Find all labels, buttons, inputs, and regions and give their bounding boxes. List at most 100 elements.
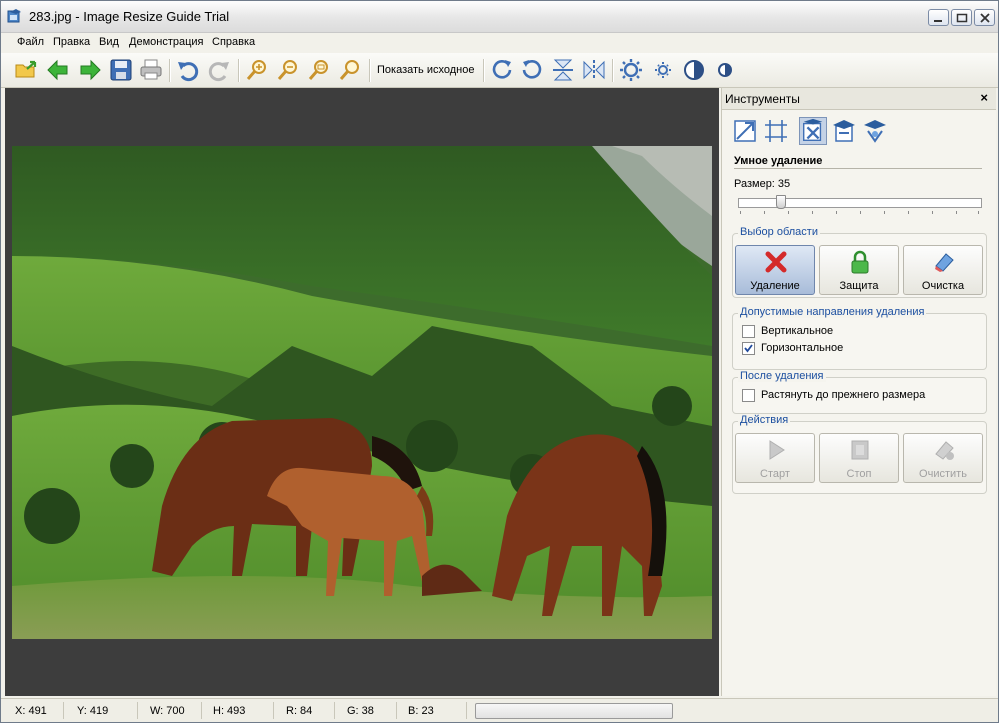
zoom-fit-icon bbox=[308, 60, 328, 80]
app-window: 283.jpg - Image Resize Guide Trial Файл … bbox=[0, 0, 999, 723]
crop-tool-button[interactable] bbox=[762, 117, 790, 145]
back-button[interactable] bbox=[45, 57, 71, 83]
image-canvas[interactable] bbox=[5, 88, 719, 696]
smart-remove-title: Умное удаление bbox=[734, 155, 823, 167]
status-g: G: 38 bbox=[347, 705, 374, 717]
progress-bar bbox=[475, 703, 673, 719]
zoom-out-icon bbox=[277, 60, 297, 80]
zoom-out-button[interactable] bbox=[275, 57, 301, 83]
window-title: 283.jpg - Image Resize Guide Trial bbox=[29, 9, 230, 24]
status-x: X: 491 bbox=[15, 705, 47, 717]
menu-file[interactable]: Файл bbox=[17, 36, 44, 48]
print-icon bbox=[140, 59, 162, 80]
contrast-down-icon bbox=[718, 63, 732, 77]
zoom-in-icon bbox=[246, 60, 266, 80]
clear-area-button[interactable]: Очистка bbox=[903, 245, 983, 295]
forward-arrow-icon bbox=[80, 59, 101, 81]
smart-remove-icon bbox=[803, 118, 823, 141]
size-slider-thumb[interactable] bbox=[776, 195, 786, 209]
brightness-down-icon bbox=[655, 62, 671, 78]
size-label: Размер: 35 bbox=[734, 178, 791, 190]
status-r: R: 84 bbox=[286, 705, 313, 717]
save-button[interactable] bbox=[108, 57, 134, 83]
remove-directions-label: Допустимые направления удаления bbox=[738, 306, 927, 318]
flip-horizontal-button[interactable] bbox=[581, 57, 607, 83]
resize-icon bbox=[734, 120, 756, 142]
save-icon bbox=[110, 59, 132, 81]
eraser-icon bbox=[935, 253, 954, 272]
start-button[interactable]: Старт bbox=[735, 433, 815, 483]
zoom-actual-icon bbox=[339, 60, 359, 80]
undo-icon bbox=[178, 62, 199, 82]
status-y: Y: 419 bbox=[77, 705, 109, 717]
zoom-fit-button[interactable] bbox=[306, 57, 332, 83]
menu-help[interactable]: Справка bbox=[212, 36, 255, 48]
minimize-icon bbox=[934, 20, 942, 22]
smart-resize-tool-button[interactable] bbox=[830, 117, 858, 145]
tools-panel-header: Инструменты × bbox=[722, 88, 996, 110]
close-button[interactable] bbox=[974, 9, 995, 26]
menu-view[interactable]: Вид bbox=[99, 36, 119, 48]
brightness-up-icon bbox=[620, 59, 642, 81]
brightness-up-button[interactable] bbox=[618, 57, 644, 83]
forward-button[interactable] bbox=[77, 57, 103, 83]
remove-directions-group: Допустимые направления удаления Вертикал… bbox=[732, 306, 987, 370]
area-selection-group: Выбор области Удаление Защита Очистка bbox=[732, 226, 987, 298]
eraser-disabled-icon bbox=[935, 441, 954, 460]
print-button[interactable] bbox=[138, 57, 164, 83]
tools-panel-title: Инструменты bbox=[725, 92, 800, 106]
close-icon bbox=[980, 13, 990, 23]
after-removal-group: После удаления Растянуть до прежнего раз… bbox=[732, 370, 987, 414]
stop-button[interactable]: Стоп bbox=[819, 433, 899, 483]
undo-button[interactable] bbox=[175, 57, 201, 83]
show-original-button[interactable]: Показать исходное bbox=[377, 64, 474, 76]
contrast-up-button[interactable] bbox=[681, 57, 707, 83]
rotate-ccw-button[interactable] bbox=[519, 57, 545, 83]
status-b: B: 23 bbox=[408, 705, 434, 717]
status-bar: X: 491 Y: 419 W: 700 H: 493 R: 84 G: 38 … bbox=[1, 698, 998, 722]
brightness-down-button[interactable] bbox=[650, 57, 676, 83]
photo-horses[interactable] bbox=[12, 146, 712, 639]
batch-tool-button[interactable] bbox=[861, 117, 889, 145]
resize-tool-button[interactable] bbox=[731, 117, 759, 145]
maximize-button[interactable] bbox=[951, 9, 972, 26]
actions-group: Действия Старт Стоп Очистить bbox=[732, 414, 987, 494]
protect-area-button[interactable]: Защита bbox=[819, 245, 899, 295]
horizontal-checkbox[interactable] bbox=[742, 342, 755, 355]
play-icon bbox=[769, 440, 785, 460]
vertical-checkbox-label: Вертикальное bbox=[761, 325, 834, 337]
stretch-checkbox[interactable] bbox=[742, 389, 755, 402]
flip-vertical-icon bbox=[553, 59, 573, 81]
batch-icon bbox=[864, 120, 886, 143]
after-removal-label: После удаления bbox=[738, 370, 826, 382]
stretch-checkbox-label: Растянуть до прежнего размера bbox=[761, 389, 926, 401]
status-w: W: 700 bbox=[150, 705, 185, 717]
rotate-cw-button[interactable] bbox=[489, 57, 515, 83]
menu-demo[interactable]: Демонстрация bbox=[129, 36, 204, 48]
maximize-icon bbox=[956, 13, 968, 23]
flip-vertical-button[interactable] bbox=[550, 57, 576, 83]
remove-area-button[interactable]: Удаление bbox=[735, 245, 815, 295]
rotate-cw-icon bbox=[492, 60, 512, 79]
clear-all-button[interactable]: Очистить bbox=[903, 433, 983, 483]
contrast-down-button[interactable] bbox=[712, 57, 738, 83]
area-selection-label: Выбор области bbox=[738, 226, 820, 238]
smart-remove-tool-button[interactable] bbox=[799, 117, 827, 145]
redo-button[interactable] bbox=[206, 57, 232, 83]
size-slider-track[interactable] bbox=[738, 198, 982, 208]
minimize-button[interactable] bbox=[928, 9, 949, 26]
zoom-in-button[interactable] bbox=[244, 57, 270, 83]
menu-edit[interactable]: Правка bbox=[53, 36, 90, 48]
tools-panel: Инструменты × Умное удаление Размер: 35 … bbox=[721, 88, 996, 696]
open-button[interactable] bbox=[13, 57, 39, 83]
tools-panel-close-button[interactable]: × bbox=[980, 90, 988, 105]
checkmark-icon bbox=[744, 344, 753, 353]
smart-resize-icon bbox=[833, 120, 855, 142]
zoom-actual-button[interactable] bbox=[337, 57, 363, 83]
stop-icon bbox=[851, 440, 869, 460]
app-icon bbox=[7, 9, 21, 23]
vertical-checkbox[interactable] bbox=[742, 325, 755, 338]
open-folder-icon bbox=[15, 60, 37, 78]
crop-icon bbox=[765, 120, 787, 142]
redo-icon bbox=[208, 62, 229, 82]
